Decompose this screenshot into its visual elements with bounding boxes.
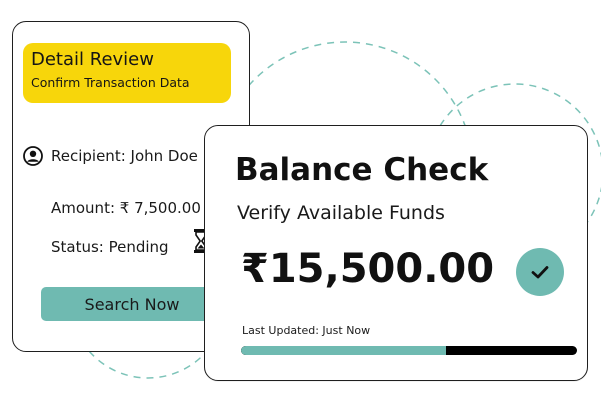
balance-check-card: Balance Check Verify Available Funds ₹15… bbox=[204, 125, 588, 381]
detail-review-subtitle: Confirm Transaction Data bbox=[31, 75, 190, 90]
recipient-label: Recipient: John Doe bbox=[51, 147, 198, 165]
confirm-check-button[interactable] bbox=[516, 248, 564, 296]
balance-check-title: Balance Check bbox=[235, 152, 489, 188]
detail-review-header: Detail Review Confirm Transaction Data bbox=[23, 43, 231, 103]
last-updated-text: Last Updated: Just Now bbox=[242, 324, 371, 337]
check-icon bbox=[531, 266, 549, 279]
detail-review-title: Detail Review bbox=[31, 49, 154, 70]
amount-label: Amount: ₹ 7,500.00 bbox=[51, 199, 201, 217]
user-circle-icon bbox=[23, 146, 43, 166]
progress-bar-fill bbox=[241, 346, 446, 355]
balance-amount: ₹15,500.00 bbox=[241, 246, 495, 292]
progress-bar bbox=[241, 346, 577, 355]
recipient-row: Recipient: John Doe bbox=[23, 146, 198, 166]
balance-check-subtitle: Verify Available Funds bbox=[237, 202, 445, 224]
status-label: Status: Pending bbox=[51, 238, 169, 256]
search-now-button[interactable]: Search Now bbox=[41, 287, 223, 321]
